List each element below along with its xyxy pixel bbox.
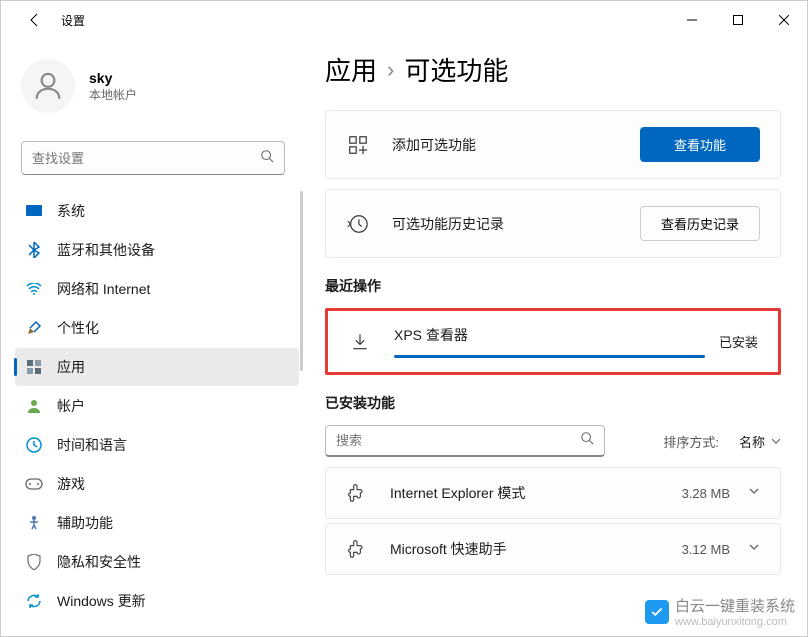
sidebar-item-label: 系统 — [57, 201, 85, 221]
search-icon — [260, 149, 274, 168]
apps-icon — [25, 358, 43, 376]
gaming-icon — [25, 475, 43, 493]
feature-search-box[interactable] — [325, 425, 605, 457]
history-label: 可选功能历史记录 — [392, 214, 640, 234]
back-button[interactable] — [23, 8, 47, 32]
network-icon — [25, 280, 43, 298]
feature-name: Microsoft 快速助手 — [390, 539, 682, 559]
chevron-down-icon — [748, 540, 760, 558]
app-title: 设置 — [61, 12, 85, 29]
scrollbar[interactable] — [300, 191, 303, 371]
recent-section-title: 最近操作 — [325, 276, 781, 296]
sidebar-item-personalize[interactable]: 个性化 — [15, 309, 299, 347]
history-card: 可选功能历史记录 查看历史记录 — [325, 189, 781, 258]
sidebar-item-label: 辅助功能 — [57, 513, 113, 533]
history-icon — [346, 212, 370, 236]
sidebar-item-gaming[interactable]: 游戏 — [15, 465, 299, 503]
feature-row[interactable]: Microsoft 快速助手 3.12 MB — [325, 523, 781, 575]
sidebar-item-bluetooth[interactable]: 蓝牙和其他设备 — [15, 231, 299, 269]
sidebar-item-label: 应用 — [57, 357, 85, 377]
sidebar-item-label: 时间和语言 — [57, 435, 127, 455]
sidebar-item-network[interactable]: 网络和 Internet — [15, 270, 299, 308]
accessibility-icon — [25, 514, 43, 532]
feature-name: Internet Explorer 模式 — [390, 483, 682, 503]
installed-section-title: 已安装功能 — [325, 393, 781, 413]
sidebar-item-label: 隐私和安全性 — [57, 552, 141, 572]
sidebar: sky 本地帐户 系统蓝牙和其他设备网络和 Internet 个性化应用帐户时间和… — [1, 39, 305, 636]
window-controls — [669, 1, 807, 39]
profile-subtitle: 本地帐户 — [89, 86, 137, 103]
minimize-button[interactable] — [669, 1, 715, 39]
search-box[interactable] — [21, 141, 285, 175]
sidebar-item-label: 网络和 Internet — [57, 279, 150, 299]
sort-dropdown[interactable]: 名称 — [739, 432, 781, 451]
view-history-button[interactable]: 查看历史记录 — [640, 206, 760, 241]
accounts-icon — [25, 397, 43, 415]
view-features-button[interactable]: 查看功能 — [640, 127, 760, 162]
breadcrumb: 应用 › 可选功能 — [325, 51, 781, 88]
update-icon — [25, 592, 43, 610]
sidebar-item-privacy[interactable]: 隐私和安全性 — [15, 543, 299, 581]
system-icon — [25, 202, 43, 220]
time-icon — [25, 436, 43, 454]
search-icon — [580, 431, 594, 450]
recent-item-name: XPS 查看器 — [394, 325, 705, 345]
privacy-icon — [25, 553, 43, 571]
breadcrumb-parent[interactable]: 应用 — [325, 51, 377, 88]
maximize-button[interactable] — [715, 1, 761, 39]
feature-search-input[interactable] — [336, 433, 580, 448]
sidebar-item-label: 游戏 — [57, 474, 85, 494]
filter-row: 排序方式: 名称 — [325, 425, 781, 457]
recent-item: XPS 查看器 已安装 — [325, 308, 781, 375]
personalize-icon — [25, 319, 43, 337]
feature-size: 3.28 MB — [682, 486, 730, 501]
bluetooth-icon — [25, 241, 43, 259]
add-feature-label: 添加可选功能 — [392, 135, 640, 155]
puzzle-icon — [346, 538, 368, 560]
recent-status: 已安装 — [719, 332, 758, 351]
sidebar-item-accessibility[interactable]: 辅助功能 — [15, 504, 299, 542]
sidebar-item-apps[interactable]: 应用 — [15, 348, 299, 386]
sidebar-item-system[interactable]: 系统 — [15, 192, 299, 230]
download-icon — [348, 330, 372, 354]
feature-row[interactable]: Internet Explorer 模式 3.28 MB — [325, 467, 781, 519]
titlebar: 设置 — [1, 1, 807, 39]
main-content: 应用 › 可选功能 添加可选功能 查看功能 可选功能历史记录 查看历史记录 最近… — [305, 39, 807, 636]
close-button[interactable] — [761, 1, 807, 39]
progress-bar — [394, 355, 705, 358]
chevron-right-icon: › — [387, 57, 394, 83]
sidebar-item-label: 蓝牙和其他设备 — [57, 240, 155, 260]
chevron-down-icon — [771, 436, 781, 446]
sidebar-item-update[interactable]: Windows 更新 — [15, 582, 299, 620]
sort-label: 排序方式: — [663, 432, 719, 451]
puzzle-icon — [346, 482, 368, 504]
sidebar-item-label: Windows 更新 — [57, 591, 146, 611]
profile-section[interactable]: sky 本地帐户 — [1, 39, 305, 133]
breadcrumb-current: 可选功能 — [404, 51, 508, 88]
sidebar-item-label: 帐户 — [57, 396, 85, 416]
chevron-down-icon — [748, 484, 760, 502]
add-feature-card: 添加可选功能 查看功能 — [325, 110, 781, 179]
sidebar-item-accounts[interactable]: 帐户 — [15, 387, 299, 425]
add-feature-icon — [346, 133, 370, 157]
search-input[interactable] — [32, 151, 260, 166]
profile-name: sky — [89, 70, 137, 86]
nav-list: 系统蓝牙和其他设备网络和 Internet 个性化应用帐户时间和语言游戏辅助功能隐… — [15, 192, 305, 620]
feature-size: 3.12 MB — [682, 542, 730, 557]
sidebar-item-label: 个性化 — [57, 318, 99, 338]
sidebar-item-time[interactable]: 时间和语言 — [15, 426, 299, 464]
avatar — [21, 59, 75, 113]
